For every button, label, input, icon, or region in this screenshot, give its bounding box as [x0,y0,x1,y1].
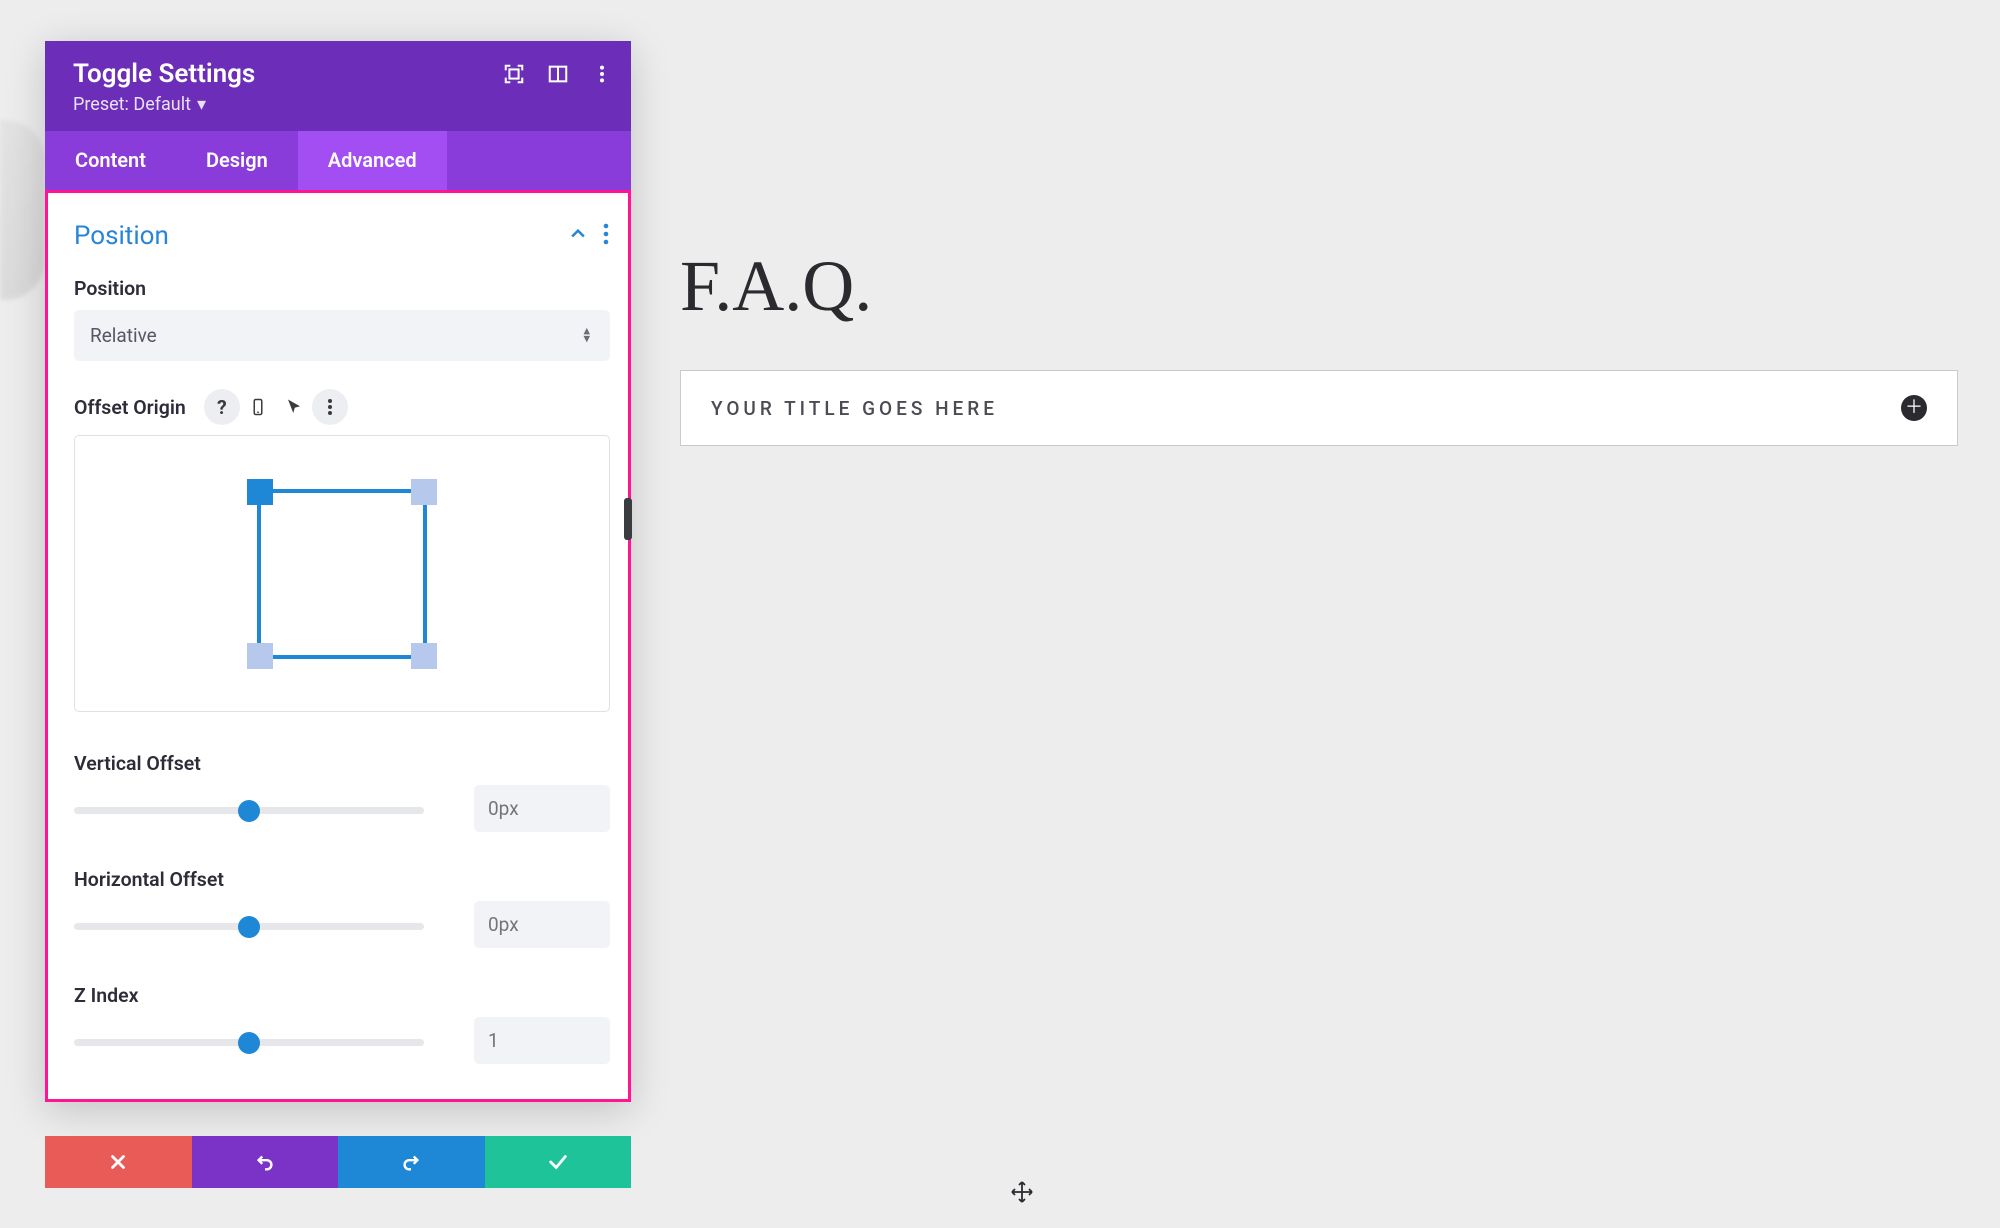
z-index-input[interactable] [474,1017,610,1064]
toggle-module[interactable]: YOUR TITLE GOES HERE ＋ [680,370,1958,446]
origin-handle-top-right[interactable] [411,479,437,505]
background-blur [0,120,45,300]
panel-footer [45,1136,631,1188]
help-icon[interactable]: ? [204,389,240,425]
origin-handle-top-left[interactable] [247,479,273,505]
undo-button[interactable] [192,1136,339,1188]
hover-cursor-icon[interactable] [276,389,312,425]
offset-origin-tools: ? [204,389,348,425]
horizontal-offset-thumb[interactable] [238,916,260,938]
z-index-row [74,1017,610,1064]
tab-advanced[interactable]: Advanced [298,131,447,190]
move-handle-icon[interactable] [1010,1180,1034,1204]
origin-handle-bottom-right[interactable] [411,643,437,669]
section-header: Position [74,221,610,251]
save-button[interactable] [485,1136,632,1188]
tab-content[interactable]: Content [45,131,176,190]
section-menu-icon[interactable] [602,223,610,249]
tabs: Content Design Advanced [45,131,631,190]
select-arrows-icon: ▴▾ [583,328,590,343]
section-title[interactable]: Position [74,221,169,251]
vertical-offset-thumb[interactable] [238,800,260,822]
origin-square [257,489,427,659]
z-index-slider[interactable] [74,1035,424,1046]
vertical-offset-row [74,785,610,832]
horizontal-offset-slider[interactable] [74,919,424,930]
preset-dropdown[interactable]: Preset: Default ▾ [73,94,206,115]
vertical-offset-input[interactable] [474,785,610,832]
toggle-module-title: YOUR TITLE GOES HERE [711,397,998,420]
horizontal-offset-input[interactable] [474,901,610,948]
redo-button[interactable] [338,1136,485,1188]
offset-origin-picker [74,435,610,712]
columns-icon[interactable] [547,63,569,85]
canvas-preview: F.A.Q. YOUR TITLE GOES HERE ＋ [680,245,1958,446]
vertical-offset-label: Vertical Offset [74,752,610,775]
cancel-button[interactable] [45,1136,192,1188]
caret-down-icon: ▾ [197,94,206,115]
z-index-thumb[interactable] [238,1032,260,1054]
horizontal-offset-row [74,901,610,948]
panel-header[interactable]: Toggle Settings Preset: Default ▾ [45,41,631,131]
more-options-icon[interactable] [312,389,348,425]
origin-handle-bottom-left[interactable] [247,643,273,669]
faq-heading: F.A.Q. [680,245,1958,328]
panel-scrollbar[interactable] [624,498,632,540]
position-select-value: Relative [90,324,157,347]
expand-icon[interactable] [503,63,525,85]
position-field-label: Position [74,277,610,300]
settings-panel: Toggle Settings Preset: Default ▾ Conten… [45,41,631,1102]
collapse-section-icon[interactable] [568,224,588,248]
offset-origin-label: Offset Origin ? [74,389,610,425]
position-select[interactable]: Relative ▴▾ [74,310,610,361]
panel-body: Position Position Relative ▴▾ Offset Ori… [45,190,631,1102]
vertical-offset-slider[interactable] [74,803,424,814]
preset-label: Preset: Default [73,94,191,115]
horizontal-offset-label: Horizontal Offset [74,868,610,891]
tab-design[interactable]: Design [176,131,298,190]
panel-header-icons [503,63,613,85]
z-index-label: Z Index [74,984,610,1007]
phone-icon[interactable] [240,389,276,425]
offset-origin-text: Offset Origin [74,396,186,419]
kebab-menu-icon[interactable] [591,63,613,85]
expand-toggle-icon[interactable]: ＋ [1901,395,1927,421]
